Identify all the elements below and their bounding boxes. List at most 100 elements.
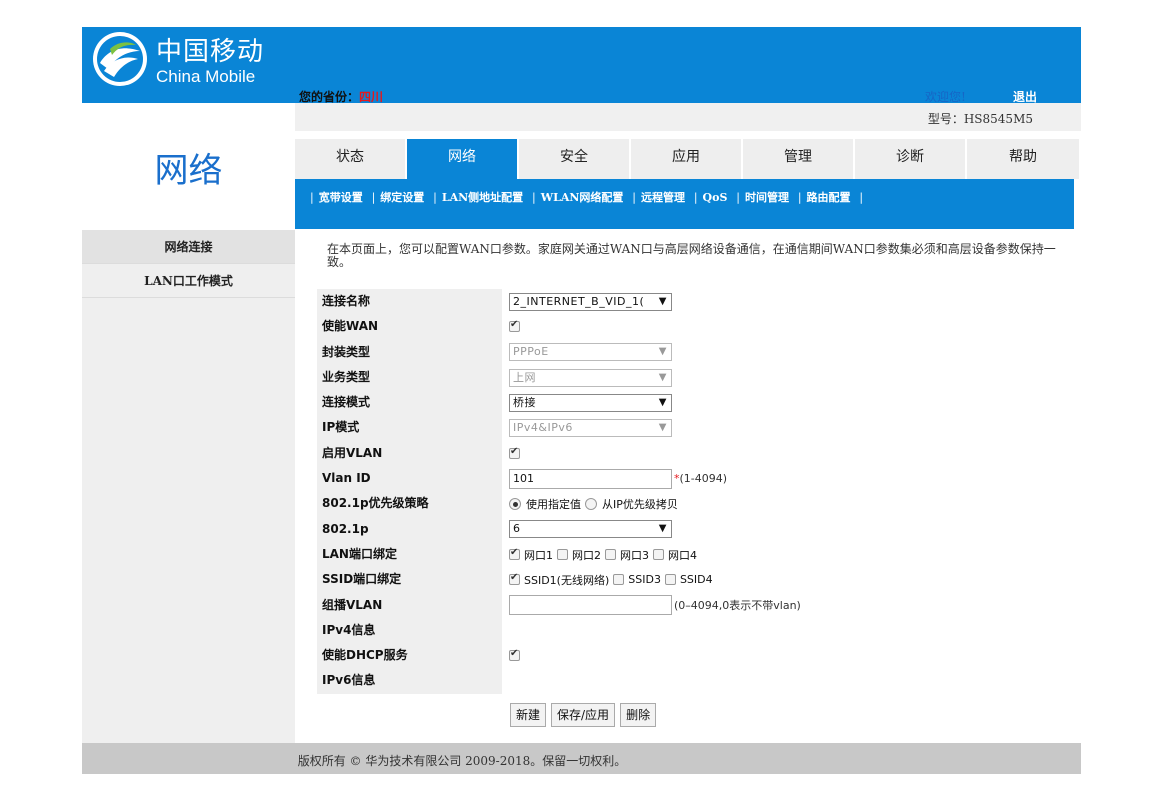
service-type-value: 上网: [513, 370, 536, 384]
multicast-vlan-label: 组播VLAN: [317, 592, 502, 618]
form-row: 业务类型 上网 ▼: [317, 364, 837, 391]
wan-config-form: 连接名称 2_INTERNET_B_VID_1(▼ 使能WAN 封装类型 PPP…: [317, 289, 837, 694]
form-row: 连接名称 2_INTERNET_B_VID_1(▼: [317, 289, 837, 315]
multicast-vlan-hint: (0–4094,0表示不带vlan): [674, 599, 801, 613]
subnav-wlan[interactable]: WLAN网络配置: [541, 191, 624, 204]
page-description: 在本页面上，您可以配置WAN口参数。家庭网关通过WAN口与高层网络设备通信，在通…: [327, 242, 1056, 269]
form-row: 使能DHCP服务: [317, 643, 837, 669]
form-row: 启用VLAN: [317, 440, 837, 467]
left-menu: 网络连接 LAN口工作模式: [82, 230, 295, 743]
connection-mode-value: 桥接: [513, 395, 536, 409]
subnav-remote-management[interactable]: 远程管理: [641, 191, 685, 204]
province-value: 四川: [359, 90, 384, 104]
sub-navigation: | 宽带设置 | 绑定设置 | LAN侧地址配置 | WLAN网络配置 | 远程管理 | Q…: [295, 179, 1074, 229]
section-title: 网络: [154, 151, 223, 191]
save-apply-button[interactable]: 保存/应用: [551, 703, 616, 727]
connection-mode-select[interactable]: 桥接 ▼: [509, 393, 672, 412]
form-row: 连接模式 桥接 ▼: [317, 390, 837, 416]
form-row: LAN端口绑定 网口1 网口2 网口3 网口4: [317, 541, 837, 568]
connection-name-select[interactable]: 2_INTERNET_B_VID_1( ▼: [509, 292, 672, 311]
vlan-id-input[interactable]: 101: [509, 468, 672, 489]
service-type-label: 业务类型: [317, 364, 502, 391]
service-type-select[interactable]: 上网 ▼: [509, 368, 672, 387]
priority-specified-radio[interactable]: [509, 498, 521, 511]
tab-management[interactable]: 管理: [743, 139, 853, 179]
form-row: 使能WAN: [317, 314, 837, 340]
ssid3-label: SSID3: [628, 573, 661, 587]
ip-mode-select[interactable]: IPv4&IPv6 ▼: [509, 419, 672, 438]
subnav-broadband[interactable]: 宽带设置: [319, 191, 363, 204]
p8021-select[interactable]: 6 ▼: [509, 520, 672, 539]
lan-port-4-checkbox[interactable]: [653, 549, 664, 561]
ssid3-checkbox[interactable]: [613, 574, 625, 586]
ssid-bind-label: SSID端口绑定: [317, 567, 502, 593]
p8021-value: 6: [513, 522, 521, 536]
p8021-label: 802.1p: [317, 516, 502, 542]
form-row: IPv6信息: [317, 668, 837, 694]
lan-port-3-checkbox[interactable]: [605, 549, 616, 561]
province-label: 您的省份：: [299, 90, 360, 104]
ssid4-label: SSID4: [679, 573, 713, 587]
subnav-qos[interactable]: QoS: [703, 191, 728, 204]
vlan-id-range: (1-4094): [679, 472, 728, 486]
ssid4-checkbox[interactable]: [664, 574, 676, 586]
dropdown-arrow-icon: ▼: [658, 295, 667, 307]
main-tabs: 状态 网络 安全 应用 管理 诊断 帮助: [295, 139, 1081, 179]
logo-english-text: China Mobile: [156, 67, 256, 86]
enable-vlan-checkbox[interactable]: [509, 446, 520, 459]
dropdown-arrow-icon: ▼: [658, 396, 667, 408]
form-row: 封装类型 PPPoE ▼: [317, 339, 837, 365]
lan-port-3-label: 网口3: [620, 548, 649, 562]
multicast-vlan-input[interactable]: [509, 595, 672, 616]
form-buttons: 新建 保存/应用 删除: [510, 703, 661, 727]
priority-policy-label: 802.1p优先级策略: [317, 491, 502, 517]
tab-help[interactable]: 帮助: [967, 139, 1079, 179]
enable-wan-checkbox[interactable]: [509, 319, 520, 333]
subnav-time-management[interactable]: 时间管理: [745, 191, 789, 204]
subnav-lan-address[interactable]: LAN侧地址配置: [442, 191, 523, 204]
ssid1-label: SSID1(无线网络): [524, 573, 610, 587]
device-model: 型号：HS8545M5: [927, 112, 1033, 126]
copyright-text: 版权所有 © 华为技术有限公司 2009-2018。保留一切权利。: [297, 754, 627, 768]
priority-specified-label: 使用指定值: [526, 498, 581, 512]
connection-mode-label: 连接模式: [317, 390, 502, 416]
new-button[interactable]: 新建: [510, 703, 547, 727]
vlan-id-label: Vlan ID: [317, 466, 502, 492]
lan-port-4-label: 网口4: [668, 548, 697, 562]
form-row: Vlan ID 101 *(1-4094): [317, 466, 837, 492]
tab-security[interactable]: 安全: [519, 139, 629, 179]
dropdown-arrow-icon: ▼: [658, 346, 667, 358]
form-row: 组播VLAN (0–4094,0表示不带vlan): [317, 592, 837, 618]
encap-type-value: PPPoE: [513, 345, 549, 359]
footer-bar: 版权所有 © 华为技术有限公司 2009-2018。保留一切权利。: [82, 743, 1081, 774]
priority-copy-ip-radio[interactable]: [585, 498, 597, 511]
china-mobile-logo: 中国移动 China Mobile: [90, 29, 280, 91]
tab-application[interactable]: 应用: [631, 139, 741, 179]
china-mobile-emblem-icon: [93, 32, 147, 86]
ipv6-info-label: IPv6信息: [317, 668, 502, 694]
lan-bind-label: LAN端口绑定: [317, 541, 502, 568]
enable-dhcp-label: 使能DHCP服务: [317, 643, 502, 669]
lan-port-1-checkbox[interactable]: [509, 547, 520, 561]
left-menu-item-lan-work-mode[interactable]: LAN口工作模式: [82, 264, 295, 298]
tab-diagnostics[interactable]: 诊断: [855, 139, 965, 179]
form-row: IP模式 IPv4&IPv6 ▼: [317, 415, 837, 441]
lan-port-1-label: 网口1: [524, 548, 553, 562]
lan-port-2-checkbox[interactable]: [557, 549, 568, 561]
ssid1-checkbox[interactable]: [509, 572, 520, 586]
tab-status[interactable]: 状态: [295, 139, 405, 179]
subnav-binding[interactable]: 绑定设置: [380, 191, 424, 204]
lan-port-2-label: 网口2: [572, 548, 601, 562]
encap-type-select[interactable]: PPPoE ▼: [509, 343, 672, 362]
router-admin-page: 中国移动 China Mobile 您的省份：四川 欢迎您! 退出 网络 网络连…: [82, 27, 1081, 774]
left-menu-item-network-connection[interactable]: 网络连接: [82, 230, 295, 264]
tab-network[interactable]: 网络: [407, 139, 517, 179]
connection-name-value: 2_INTERNET_B_VID_1(: [513, 294, 645, 308]
form-row: SSID端口绑定 SSID1(无线网络) SSID3 SSID4: [317, 567, 837, 593]
vlan-id-hint: *(1-4094): [674, 472, 727, 485]
form-row: 802.1p优先级策略 使用指定值 从IP优先级拷贝: [317, 491, 837, 517]
enable-dhcp-checkbox[interactable]: [509, 648, 520, 662]
form-row: IPv4信息: [317, 617, 837, 644]
subnav-route-config[interactable]: 路由配置: [807, 191, 851, 204]
delete-button[interactable]: 删除: [620, 703, 657, 727]
